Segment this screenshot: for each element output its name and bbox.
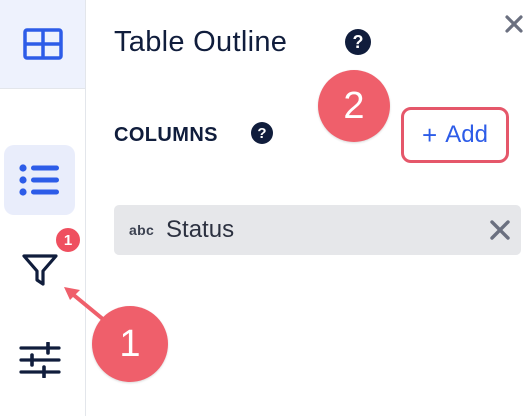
list-icon <box>18 164 59 196</box>
svg-text:?: ? <box>257 125 266 142</box>
close-icon <box>505 15 523 33</box>
column-type-badge: abc <box>129 222 155 238</box>
table-grid-icon <box>22 28 63 60</box>
columns-help-icon[interactable]: ? <box>250 121 274 150</box>
sliders-icon <box>19 342 61 378</box>
step-marker-1: 1 <box>92 306 168 382</box>
remove-column-button[interactable] <box>489 219 511 246</box>
column-chip[interactable]: abc Status <box>114 205 521 255</box>
add-column-button[interactable]: + Add <box>401 107 509 163</box>
column-name: Status <box>166 216 235 243</box>
columns-section-label: COLUMNS <box>114 124 218 146</box>
filter-count-badge: 1 <box>54 226 82 254</box>
settings-button[interactable] <box>10 330 70 390</box>
plus-icon: + <box>422 120 438 150</box>
sidebar: 1 <box>0 0 86 416</box>
outline-list-button[interactable] <box>4 145 75 215</box>
close-panel-button[interactable] <box>504 14 524 39</box>
panel-title: Table Outline <box>114 26 288 58</box>
table-view-button[interactable] <box>0 0 85 88</box>
close-icon <box>490 220 510 240</box>
step-marker-2: 2 <box>318 70 390 142</box>
help-icon[interactable]: ? <box>344 28 372 61</box>
add-column-label: Add <box>445 121 488 148</box>
filter-icon <box>22 254 58 286</box>
svg-text:?: ? <box>353 32 364 52</box>
